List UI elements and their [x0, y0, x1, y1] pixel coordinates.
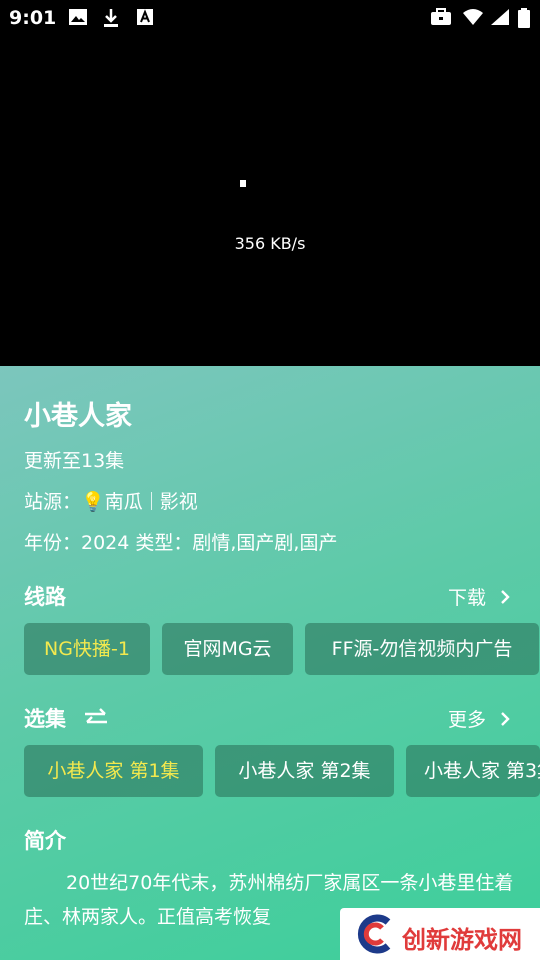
- source-name[interactable]: 南瓜: [105, 491, 143, 513]
- watermark-text: 创新游戏网: [402, 926, 522, 954]
- source-divider: [150, 492, 152, 510]
- battery-icon: [518, 8, 530, 32]
- detail-panel: 小巷人家 更新至13集 站源：💡南瓜 影视 年份：2024 类型：剧情,国产剧,国…: [0, 366, 540, 960]
- download-label: 下载: [447, 587, 486, 609]
- intro-title: 简介: [24, 829, 66, 853]
- more-episodes-link[interactable]: 更多: [448, 705, 512, 732]
- bulb-icon: 💡: [81, 491, 105, 513]
- download-status-icon: [102, 8, 120, 32]
- route-chip[interactable]: NG快播-1: [24, 623, 150, 675]
- loading-indicator: [240, 180, 246, 187]
- chevron-right-icon: [501, 712, 510, 726]
- network-speed: 356 KB/s: [234, 234, 306, 253]
- wifi-icon: [462, 8, 484, 30]
- source-extra: 影视: [159, 491, 198, 513]
- video-player[interactable]: 9:01 356 KB/s: [0, 0, 540, 366]
- keyboard-a-icon: [136, 8, 154, 30]
- watermark-logo: 创新游戏网: [340, 908, 540, 960]
- year-type-line: 年份：2024 类型：剧情,国产剧,国产: [24, 532, 338, 554]
- route-chip[interactable]: FF源-勿信视频内广告: [305, 623, 539, 675]
- routes-title: 线路: [24, 585, 66, 609]
- more-label: 更多: [447, 709, 486, 731]
- episode-chip[interactable]: 小巷人家 第1集: [24, 745, 203, 797]
- signal-icon: [490, 8, 510, 30]
- status-time: 9:01: [9, 7, 57, 29]
- image-icon: [68, 8, 88, 30]
- logo-mark-icon: [357, 914, 391, 954]
- chevron-right-icon: [501, 590, 510, 604]
- route-chip[interactable]: 官网MG云: [162, 623, 293, 675]
- source-line: 站源：💡南瓜 影视: [24, 487, 198, 514]
- status-bar: 9:01: [0, 0, 540, 36]
- video-title: 小巷人家: [24, 401, 132, 432]
- episodes-title: 选集: [24, 707, 66, 731]
- episode-chip[interactable]: 小巷人家 第2集: [215, 745, 394, 797]
- update-status: 更新至13集: [24, 450, 125, 472]
- briefcase-icon: [430, 8, 452, 30]
- swap-order-icon[interactable]: [83, 707, 109, 729]
- episodes-title-wrap: 选集: [24, 703, 109, 733]
- source-label: 站源：: [24, 491, 82, 513]
- episode-chip[interactable]: 小巷人家 第3集: [406, 745, 540, 797]
- download-link[interactable]: 下载: [448, 583, 512, 610]
